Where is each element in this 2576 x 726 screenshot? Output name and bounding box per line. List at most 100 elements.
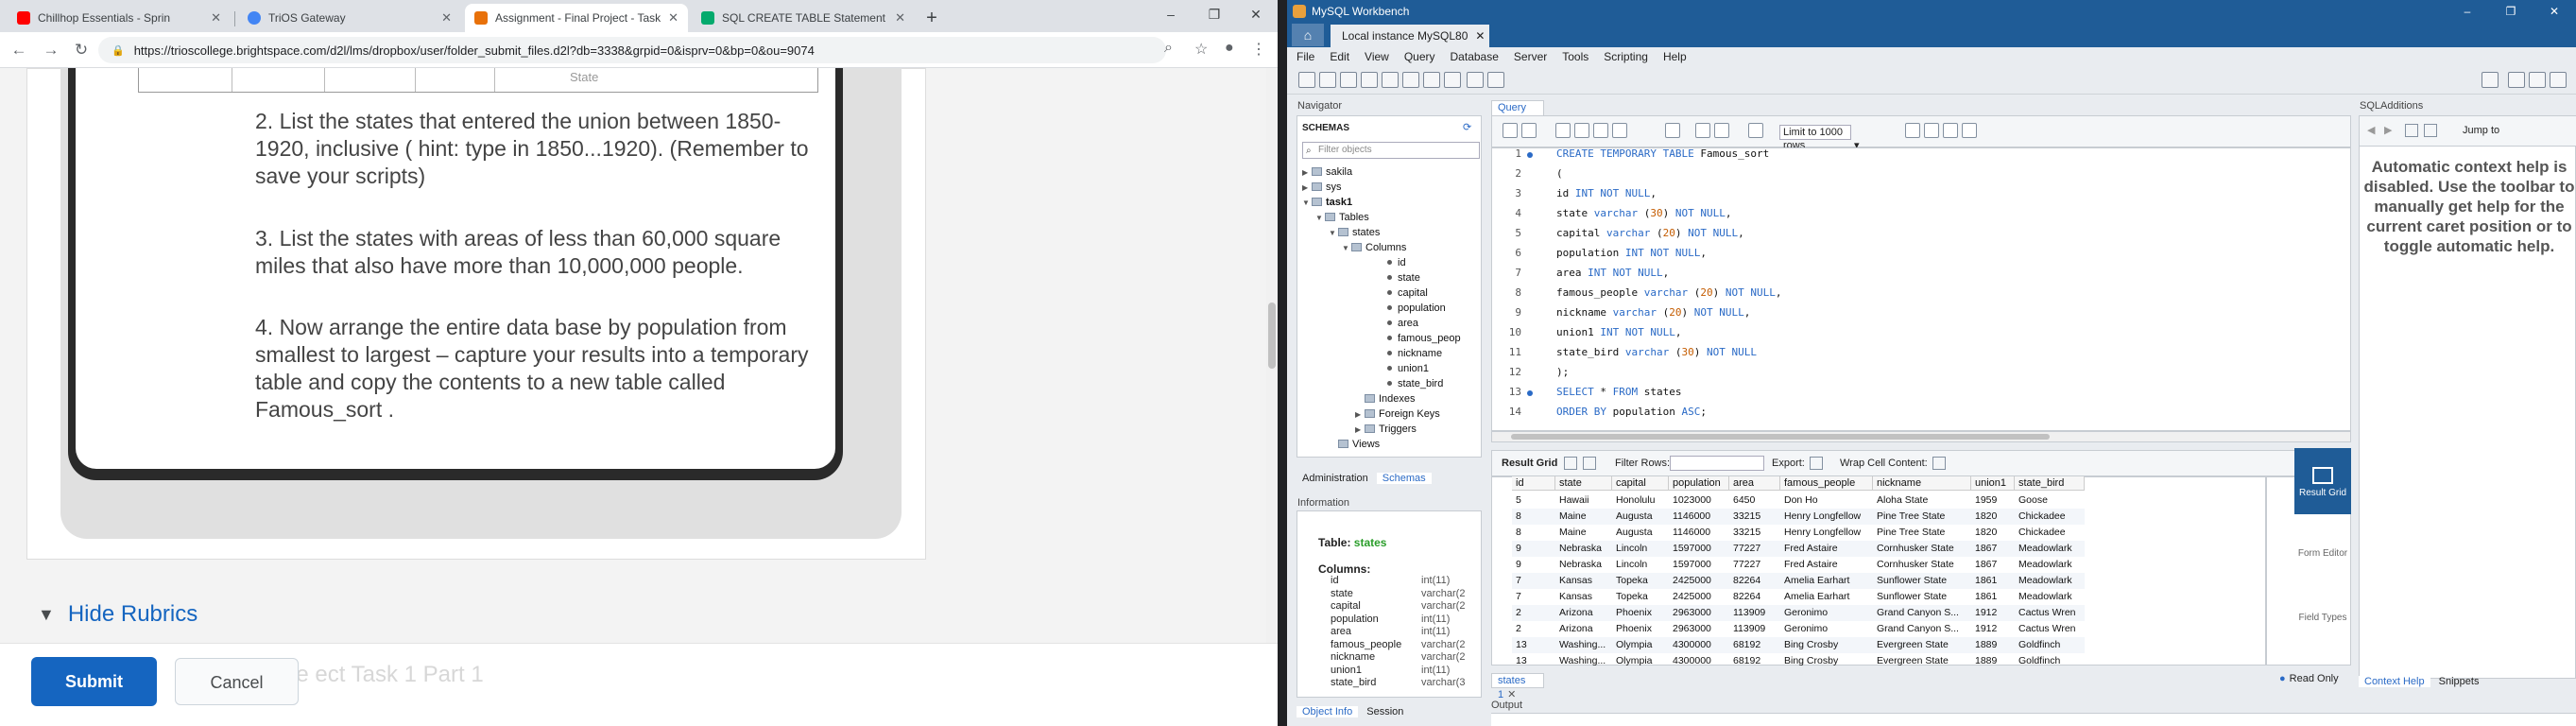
table-cell[interactable]: 33215	[1729, 509, 1780, 525]
table-cell[interactable]: Bing Crosby	[1780, 637, 1873, 653]
table-cell[interactable]: Sunflower State	[1873, 589, 1971, 605]
toggle-additions-icon[interactable]	[2550, 72, 2567, 88]
table-cell[interactable]: 9	[1512, 541, 1555, 557]
table-cell[interactable]: Meadowlark	[2015, 589, 2085, 605]
table-cell[interactable]: Fred Astaire	[1780, 541, 1873, 557]
table-cell[interactable]: 1023000	[1669, 493, 1729, 509]
table-cell[interactable]: 7	[1512, 589, 1555, 605]
table-cell[interactable]: Fred Astaire	[1780, 557, 1873, 573]
wrap-lines-icon[interactable]	[1962, 123, 1977, 138]
tree-tables[interactable]: ▼ Tables	[1315, 210, 1369, 226]
table-cell[interactable]: 8	[1512, 509, 1555, 525]
toggle-sidebar-icon[interactable]	[2508, 72, 2525, 88]
tree-column[interactable]: nickname	[1387, 346, 1442, 361]
table-cell[interactable]: 2425000	[1669, 589, 1729, 605]
table-cell[interactable]: Bing Crosby	[1780, 653, 1873, 669]
table-cell[interactable]: Amelia Earhart	[1780, 589, 1873, 605]
column-header[interactable]: population	[1669, 476, 1729, 491]
table-cell[interactable]: 2	[1512, 621, 1555, 637]
table-cell[interactable]: 5	[1512, 493, 1555, 509]
table-cell[interactable]: 113909	[1729, 621, 1780, 637]
table-cell[interactable]: Henry Longfellow	[1780, 509, 1873, 525]
table-cell[interactable]: 1912	[1971, 605, 2015, 621]
table-cell[interactable]: 77227	[1729, 541, 1780, 557]
page-scrollbar[interactable]	[1266, 68, 1278, 643]
beautify-icon[interactable]	[1905, 123, 1920, 138]
query-tab[interactable]: Query 1✕	[1491, 100, 1544, 128]
menu-file[interactable]: File	[1297, 47, 1314, 66]
table-cell[interactable]: 1597000	[1669, 541, 1729, 557]
table-cell[interactable]: 4300000	[1669, 637, 1729, 653]
connection-tab[interactable]: Local instance MySQL80 ✕	[1331, 25, 1489, 47]
back-icon[interactable]: ◀	[2367, 124, 2375, 136]
zoom-icon[interactable]: ⌕	[1164, 40, 1173, 57]
commit-icon[interactable]	[1695, 123, 1710, 138]
column-header[interactable]: state_bird	[2015, 476, 2085, 491]
tab-schemas[interactable]: Schemas	[1376, 473, 1432, 484]
table-cell[interactable]: 1959	[1971, 493, 2015, 509]
minimize-button[interactable]: –	[2446, 0, 2489, 23]
execute-current-icon[interactable]	[1574, 123, 1589, 138]
table-cell[interactable]: Meadowlark	[2015, 573, 2085, 589]
table-cell[interactable]: Arizona	[1555, 605, 1612, 621]
table-cell[interactable]: 1912	[1971, 621, 2015, 637]
forward-button[interactable]: →	[40, 39, 62, 61]
table-cell[interactable]: Washing...	[1555, 653, 1612, 669]
tree-column[interactable]: famous_peop	[1387, 331, 1461, 346]
url-input[interactable]: 🔒 https://trioscollege.brightspace.com/d2…	[98, 37, 1166, 63]
rollback-icon[interactable]	[1714, 123, 1729, 138]
tab-assignment[interactable]: Assignment - Final Project - Task ✕	[465, 4, 688, 32]
table-cell[interactable]: 1889	[1971, 637, 2015, 653]
table-cell[interactable]: Lincoln	[1612, 557, 1669, 573]
table-cell[interactable]: Meadowlark	[2015, 541, 2085, 557]
table-cell[interactable]: Cactus Wren	[2015, 621, 2085, 637]
table-cell[interactable]: 2963000	[1669, 605, 1729, 621]
table-cell[interactable]: 77227	[1729, 557, 1780, 573]
settings-icon[interactable]	[2482, 72, 2499, 88]
tab-session[interactable]: Session	[1361, 706, 1409, 717]
close-icon[interactable]: ✕	[441, 10, 452, 26]
window-close-button[interactable]: ✕	[1234, 0, 1278, 28]
create-function-icon[interactable]	[1444, 72, 1461, 88]
tree-views[interactable]: Views	[1329, 437, 1380, 452]
table-cell[interactable]: Olympia	[1612, 653, 1669, 669]
table-cell[interactable]: 1861	[1971, 573, 2015, 589]
table-cell[interactable]: Kansas	[1555, 573, 1612, 589]
table-cell[interactable]: Evergreen State	[1873, 653, 1971, 669]
table-cell[interactable]: Geronimo	[1780, 605, 1873, 621]
table-cell[interactable]: Geronimo	[1780, 621, 1873, 637]
column-header[interactable]: famous_people	[1780, 476, 1873, 491]
find-icon[interactable]	[1924, 123, 1939, 138]
result-grid-button[interactable]: Result Grid	[2294, 448, 2351, 514]
column-header[interactable]: state	[1555, 476, 1612, 491]
jump-to-select[interactable]: Jump to	[2463, 125, 2499, 136]
table-cell[interactable]: Hawaii	[1555, 493, 1612, 509]
tab-sql-create-table[interactable]: SQL CREATE TABLE Statement ✕	[692, 4, 915, 32]
home-icon[interactable]: ⌂	[1292, 24, 1324, 46]
table-cell[interactable]: 82264	[1729, 589, 1780, 605]
table-cell[interactable]: Nebraska	[1555, 541, 1612, 557]
forward-icon[interactable]: ▶	[2384, 124, 2392, 136]
tree-column[interactable]: area	[1387, 316, 1418, 331]
new-sql-tab-icon[interactable]	[1298, 72, 1315, 88]
table-cell[interactable]: Henry Longfellow	[1780, 525, 1873, 541]
toggle-help-icon[interactable]	[2405, 124, 2418, 137]
table-cell[interactable]: 68192	[1729, 637, 1780, 653]
table-cell[interactable]: Lincoln	[1612, 541, 1669, 557]
submit-button[interactable]: Submit	[31, 657, 157, 706]
menu-view[interactable]: View	[1365, 47, 1389, 66]
table-cell[interactable]: Maine	[1555, 525, 1612, 541]
tab-administration[interactable]: Administration	[1297, 473, 1374, 484]
table-cell[interactable]: Goose	[2015, 493, 2085, 509]
table-cell[interactable]: 1867	[1971, 557, 2015, 573]
table-cell[interactable]: Cactus Wren	[2015, 605, 2085, 621]
table-cell[interactable]: 1146000	[1669, 509, 1729, 525]
table-cell[interactable]: Washing...	[1555, 637, 1612, 653]
cancel-button[interactable]: Cancel	[175, 658, 299, 705]
grid-icon[interactable]	[1564, 457, 1577, 470]
table-cell[interactable]: Evergreen State	[1873, 637, 1971, 653]
tree-indexes[interactable]: Indexes	[1355, 391, 1416, 406]
tree-column[interactable]: union1	[1387, 361, 1429, 376]
open-file-icon[interactable]	[1503, 123, 1518, 138]
table-cell[interactable]: Goldfinch	[2015, 653, 2085, 669]
